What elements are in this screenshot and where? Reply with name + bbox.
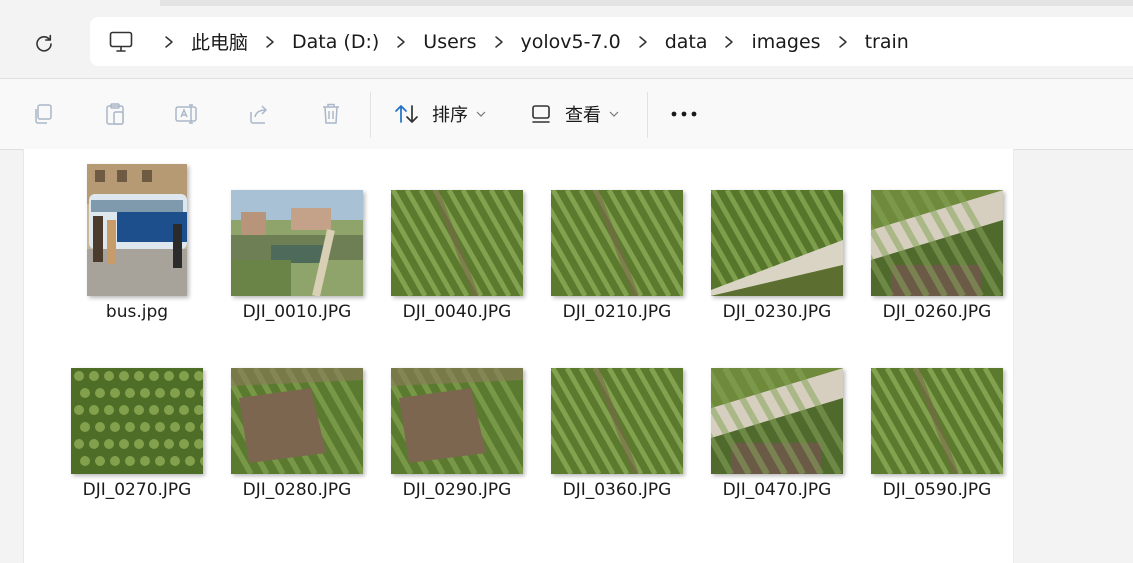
delete-button[interactable] — [314, 92, 348, 136]
rename-icon — [175, 104, 197, 124]
copy-button[interactable] — [26, 92, 60, 136]
breadcrumb-separator-icon[interactable] — [486, 29, 512, 55]
file-item[interactable]: bus.jpg — [57, 160, 217, 330]
view-icon — [532, 105, 550, 123]
chevron-down-icon — [476, 111, 486, 117]
file-name: DJI_0590.JPG — [882, 480, 992, 500]
file-item[interactable]: DJI_0470.JPG — [697, 338, 857, 508]
this-pc-icon[interactable] — [109, 29, 135, 55]
file-item[interactable]: DJI_0010.JPG — [217, 160, 377, 330]
file-thumbnail — [551, 190, 683, 296]
share-icon — [250, 105, 267, 124]
more-options-button[interactable] — [666, 92, 702, 136]
file-thumbnail-area — [697, 160, 857, 296]
file-thumbnail-area — [537, 338, 697, 474]
paste-button[interactable] — [98, 92, 132, 136]
file-item[interactable]: DJI_0290.JPG — [377, 338, 537, 508]
file-thumbnail-area — [857, 338, 1017, 474]
file-thumbnail — [391, 190, 523, 296]
breadcrumb-separator-icon[interactable] — [830, 29, 856, 55]
file-name: bus.jpg — [105, 302, 169, 322]
file-thumbnail — [231, 368, 363, 474]
breadcrumb-separator-icon[interactable] — [630, 29, 656, 55]
file-item[interactable]: DJI_0230.JPG — [697, 160, 857, 330]
file-name: DJI_0290.JPG — [402, 480, 512, 500]
file-thumbnail-area — [537, 160, 697, 296]
sort-button[interactable]: 排序 — [394, 92, 486, 136]
file-thumbnail — [711, 368, 843, 474]
file-thumbnail-area — [697, 338, 857, 474]
file-item[interactable]: DJI_0280.JPG — [217, 338, 377, 508]
address-bar[interactable]: 此电脑 Data (D:) Users yolov5-7.0 data images tra… — [90, 17, 1133, 66]
file-item[interactable]: DJI_0210.JPG — [537, 160, 697, 330]
file-thumbnail — [551, 368, 683, 474]
file-thumbnail-area — [857, 160, 1017, 296]
chevron-down-icon — [609, 111, 619, 117]
command-bar: 排序 查看 — [0, 78, 1133, 150]
toolbar-separator — [647, 92, 648, 138]
file-name: DJI_0470.JPG — [722, 480, 832, 500]
file-name: DJI_0280.JPG — [242, 480, 352, 500]
file-name: DJI_0210.JPG — [562, 302, 672, 322]
address-bar-region: 此电脑 Data (D:) Users yolov5-7.0 data images tra… — [0, 0, 1133, 78]
file-item[interactable]: DJI_0360.JPG — [537, 338, 697, 508]
file-thumbnail-area — [377, 338, 537, 474]
file-name: DJI_0270.JPG — [82, 480, 192, 500]
breadcrumb-separator-icon[interactable] — [388, 29, 414, 55]
file-view: bus.jpg DJI_0010.JPG DJI_0040.JPG DJI_0210.… — [23, 149, 1014, 563]
breadcrumb: 此电脑 Data (D:) Users yolov5-7.0 data images tra… — [135, 28, 909, 55]
breadcrumb-item[interactable]: images — [751, 31, 820, 53]
breadcrumb-separator-icon[interactable] — [257, 29, 283, 55]
trash-icon — [323, 103, 339, 124]
view-button[interactable]: 查看 — [531, 92, 619, 136]
file-item[interactable]: DJI_0270.JPG — [57, 338, 217, 508]
breadcrumb-item[interactable]: data — [665, 31, 708, 53]
refresh-button[interactable] — [27, 26, 61, 60]
breadcrumb-item[interactable]: 此电脑 — [191, 28, 248, 55]
file-item[interactable]: DJI_0260.JPG — [857, 160, 1017, 330]
share-button[interactable] — [242, 92, 276, 136]
file-name: DJI_0260.JPG — [882, 302, 992, 322]
file-name: DJI_0360.JPG — [562, 480, 672, 500]
title-strip — [160, 0, 1133, 6]
breadcrumb-item[interactable]: train — [865, 31, 909, 53]
file-name: DJI_0230.JPG — [722, 302, 832, 322]
file-thumbnail — [711, 190, 843, 296]
breadcrumb-item[interactable]: Users — [423, 31, 476, 53]
sort-label: 排序 — [432, 105, 468, 126]
file-thumbnail — [391, 368, 523, 474]
breadcrumb-item[interactable]: yolov5-7.0 — [521, 31, 621, 53]
rename-button[interactable] — [170, 92, 204, 136]
file-thumbnail-area — [57, 160, 217, 296]
copy-icon — [35, 104, 52, 124]
file-item[interactable]: DJI_0590.JPG — [857, 338, 1017, 508]
view-label: 查看 — [565, 105, 601, 126]
file-name: DJI_0010.JPG — [242, 302, 352, 322]
file-thumbnail — [871, 368, 1003, 474]
paste-icon — [106, 103, 124, 125]
breadcrumb-separator-icon[interactable] — [716, 29, 742, 55]
breadcrumb-separator-icon[interactable] — [156, 29, 182, 55]
file-thumbnail-area — [377, 160, 537, 296]
sort-icon — [395, 105, 418, 123]
toolbar-separator — [370, 92, 371, 138]
file-name: DJI_0040.JPG — [402, 302, 512, 322]
file-item[interactable]: DJI_0040.JPG — [377, 160, 537, 330]
more-icon — [671, 111, 697, 117]
file-thumbnail — [87, 164, 187, 296]
breadcrumb-item[interactable]: Data (D:) — [292, 31, 379, 53]
file-thumbnail — [871, 190, 1003, 296]
refresh-icon — [36, 34, 52, 52]
file-thumbnail-area — [217, 338, 377, 474]
file-thumbnail-area — [57, 338, 217, 474]
file-thumbnail-area — [217, 160, 377, 296]
file-thumbnail — [71, 368, 203, 474]
file-thumbnail — [231, 190, 363, 296]
